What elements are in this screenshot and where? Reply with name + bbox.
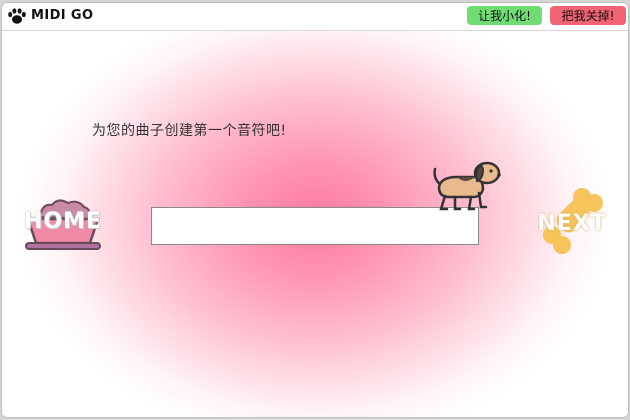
next-label: NEXT (537, 211, 607, 236)
app-title: MIDI GO (31, 8, 94, 23)
minimize-button[interactable]: 让我小化! (467, 6, 542, 25)
home-button[interactable]: HOME (18, 195, 108, 251)
title-bar: MIDI GO 让我小化! 把我关掉! (2, 3, 628, 31)
home-label: HOME (23, 209, 103, 234)
close-button[interactable]: 把我关掉! (550, 6, 626, 25)
note-input[interactable] (151, 207, 479, 245)
main-stage: 为您的曲子创建第一个音符吧! HOME NEXT (2, 31, 628, 417)
prompt-text: 为您的曲子创建第一个音符吧! (92, 123, 287, 139)
next-button[interactable]: NEXT (532, 187, 612, 255)
paw-icon (8, 8, 26, 24)
app-window: MIDI GO 让我小化! 把我关掉! 为您的曲子创建第一个音符吧! HOME … (1, 2, 629, 418)
dog-icon (433, 161, 501, 211)
